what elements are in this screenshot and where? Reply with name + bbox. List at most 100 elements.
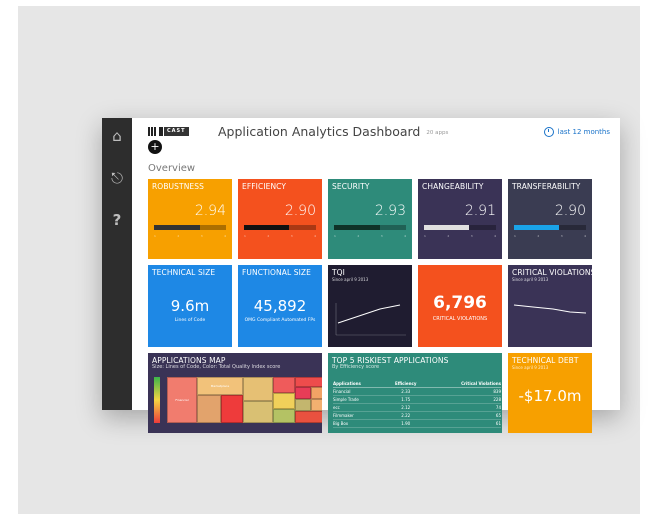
score-bar — [154, 225, 226, 230]
kpi-value: 9.6m — [170, 297, 210, 315]
treemap-cell[interactable] — [311, 387, 322, 399]
treemap-cell[interactable] — [295, 377, 322, 387]
page-title: Application Analytics Dashboard 20 apps — [218, 124, 448, 139]
tqi-tile[interactable]: TQI Since april 9 2013 — [328, 265, 412, 347]
tile-score: 2.93 — [374, 203, 406, 219]
sidebar: ⌂ ⎋ ? — [102, 118, 132, 410]
tile-subtitle: Since april 9 2013 — [512, 365, 549, 370]
kpi-value: 6,796 — [433, 293, 487, 313]
treemap-cell[interactable] — [197, 395, 221, 423]
dashboard-window: ⌂ ⎋ ? CAST Application Analytics Dashboa… — [102, 118, 620, 433]
cast-logo: CAST — [148, 127, 189, 136]
tile-title: TECHNICAL DEBT — [512, 356, 579, 365]
kpi-block: 9.6m Lines of Code — [148, 297, 232, 323]
tile-title: SECURITY — [332, 182, 370, 191]
home-icon[interactable]: ⌂ — [107, 126, 127, 146]
kpi-value: 45,892 — [253, 297, 307, 315]
security-tile[interactable]: SECURITY 2.93 1234 — [328, 179, 412, 259]
bar-ticks: 1234 — [334, 234, 406, 238]
kpi-label: OMG Compliant Automated FPs — [244, 318, 316, 323]
tile-score: 2.94 — [194, 203, 226, 219]
tile-subtitle: Size: Lines of Code, Color: Total Qualit… — [152, 364, 281, 370]
sign-out-icon[interactable]: ⎋ — [107, 168, 127, 188]
table-row[interactable]: ecc 2.12 74 — [333, 403, 501, 412]
tile-title: TECHNICAL SIZE — [152, 268, 216, 277]
header: CAST Application Analytics Dashboard 20 a… — [148, 124, 610, 144]
score-bar-fill — [514, 225, 560, 230]
logo-text: CAST — [164, 127, 189, 136]
critical-trend-line — [513, 304, 587, 314]
app-count: 20 apps — [426, 129, 449, 136]
title-text: Application Analytics Dashboard — [218, 124, 421, 139]
treemap-cell[interactable] — [295, 399, 311, 411]
add-button[interactable]: + — [148, 140, 162, 154]
transferability-tile[interactable]: TRANSFERABILITY 2.90 1234 — [508, 179, 592, 259]
functional-size-tile[interactable]: FUNCTIONAL SIZE 45,892 OMG Compliant Aut… — [238, 265, 322, 347]
period-selector[interactable]: last 12 months — [543, 127, 610, 137]
treemap-cell[interactable] — [243, 401, 273, 423]
bar-ticks: 1234 — [514, 234, 586, 238]
table-row[interactable]: Simple Trade 1.75 228 — [333, 395, 501, 404]
robustness-tile[interactable]: ROBUSTNESS 2.94 1234 — [148, 179, 232, 259]
tqi-trend-chart — [335, 303, 406, 336]
bar-ticks: 1234 — [154, 234, 226, 238]
treemap-cell[interactable] — [243, 377, 273, 401]
score-bar — [334, 225, 406, 230]
critical-trend-chart — [513, 304, 587, 314]
help-icon[interactable]: ? — [107, 210, 127, 230]
table-header-row: Applications Efficiency Critical Violati… — [333, 380, 501, 388]
tile-title: CHANGEABILITY — [422, 182, 484, 191]
riskiest-table: Applications Efficiency Critical Violati… — [333, 380, 501, 428]
treemap-cell[interactable]: Financial — [167, 377, 197, 423]
treemap-cell[interactable] — [311, 399, 322, 411]
table-row[interactable]: Big Box 1.90 61 — [333, 419, 501, 428]
score-bar-fill — [334, 225, 381, 230]
tile-title: ROBUSTNESS — [152, 182, 204, 191]
score-bar — [514, 225, 586, 230]
kpi-block: 6,796 CRITICAL VIOLATIONS — [418, 293, 502, 322]
tile-score: 2.91 — [464, 203, 496, 219]
treemap-cell[interactable] — [221, 395, 243, 423]
score-bar-fill — [154, 225, 201, 230]
tile-title: EFFICIENCY — [242, 182, 287, 191]
treemap: Financial Marketplace — [167, 377, 322, 423]
clock-icon — [543, 127, 554, 137]
riskiest-applications-tile[interactable]: TOP 5 RISKIEST APPLICATIONS By Efficienc… — [328, 353, 502, 433]
score-bar — [244, 225, 316, 230]
tile-title: TRANSFERABILITY — [512, 182, 581, 191]
treemap-cell[interactable] — [295, 411, 322, 423]
period-label: last 12 months — [557, 128, 610, 136]
table-row[interactable]: Filmmaker 2.22 65 — [333, 411, 501, 420]
kpi-value: -$17.0m — [518, 387, 582, 405]
kpi-block: 45,892 OMG Compliant Automated FPs — [238, 297, 322, 323]
treemap-cell[interactable] — [273, 409, 295, 423]
critical-violations-trend-tile[interactable]: CRITICAL VIOLATIONS Since april 9 2013 — [508, 265, 592, 347]
tile-score: 2.90 — [554, 203, 586, 219]
treemap-cell[interactable]: Marketplace — [197, 377, 243, 395]
kpi-label: Lines of Code — [174, 318, 206, 323]
score-bar-fill — [244, 225, 290, 230]
technical-debt-tile[interactable]: TECHNICAL DEBT Since april 9 2013 -$17.0… — [508, 353, 592, 433]
bar-ticks: 1234 — [424, 234, 496, 238]
table-row[interactable]: Financial 2.33 839 — [333, 387, 501, 396]
bar-ticks: 1234 — [244, 234, 316, 238]
tqi-trend-line — [337, 304, 401, 324]
kpi-block: -$17.0m — [508, 387, 592, 405]
treemap-cell[interactable] — [273, 377, 295, 393]
changeability-tile[interactable]: CHANGEABILITY 2.91 1234 — [418, 179, 502, 259]
tile-title: FUNCTIONAL SIZE — [242, 268, 311, 277]
treemap-cell[interactable] — [295, 387, 311, 399]
score-bar — [424, 225, 496, 230]
tile-subtitle: By Efficiency score — [332, 364, 380, 370]
tile-score: 2.90 — [284, 203, 316, 219]
kpi-label: CRITICAL VIOLATIONS — [432, 316, 488, 322]
treemap-cell[interactable] — [273, 393, 295, 409]
score-bar-fill — [424, 225, 470, 230]
efficiency-tile[interactable]: EFFICIENCY 2.90 1234 — [238, 179, 322, 259]
applications-map-tile[interactable]: APPLICATIONS MAP Size: Lines of Code, Co… — [148, 353, 322, 433]
critical-violations-total-tile[interactable]: 6,796 CRITICAL VIOLATIONS — [418, 265, 502, 347]
technical-size-tile[interactable]: TECHNICAL SIZE 9.6m Lines of Code — [148, 265, 232, 347]
color-scale — [154, 377, 160, 423]
screenshot-background: ⌂ ⎋ ? CAST Application Analytics Dashboa… — [18, 6, 640, 514]
section-title: Overview — [148, 163, 196, 174]
